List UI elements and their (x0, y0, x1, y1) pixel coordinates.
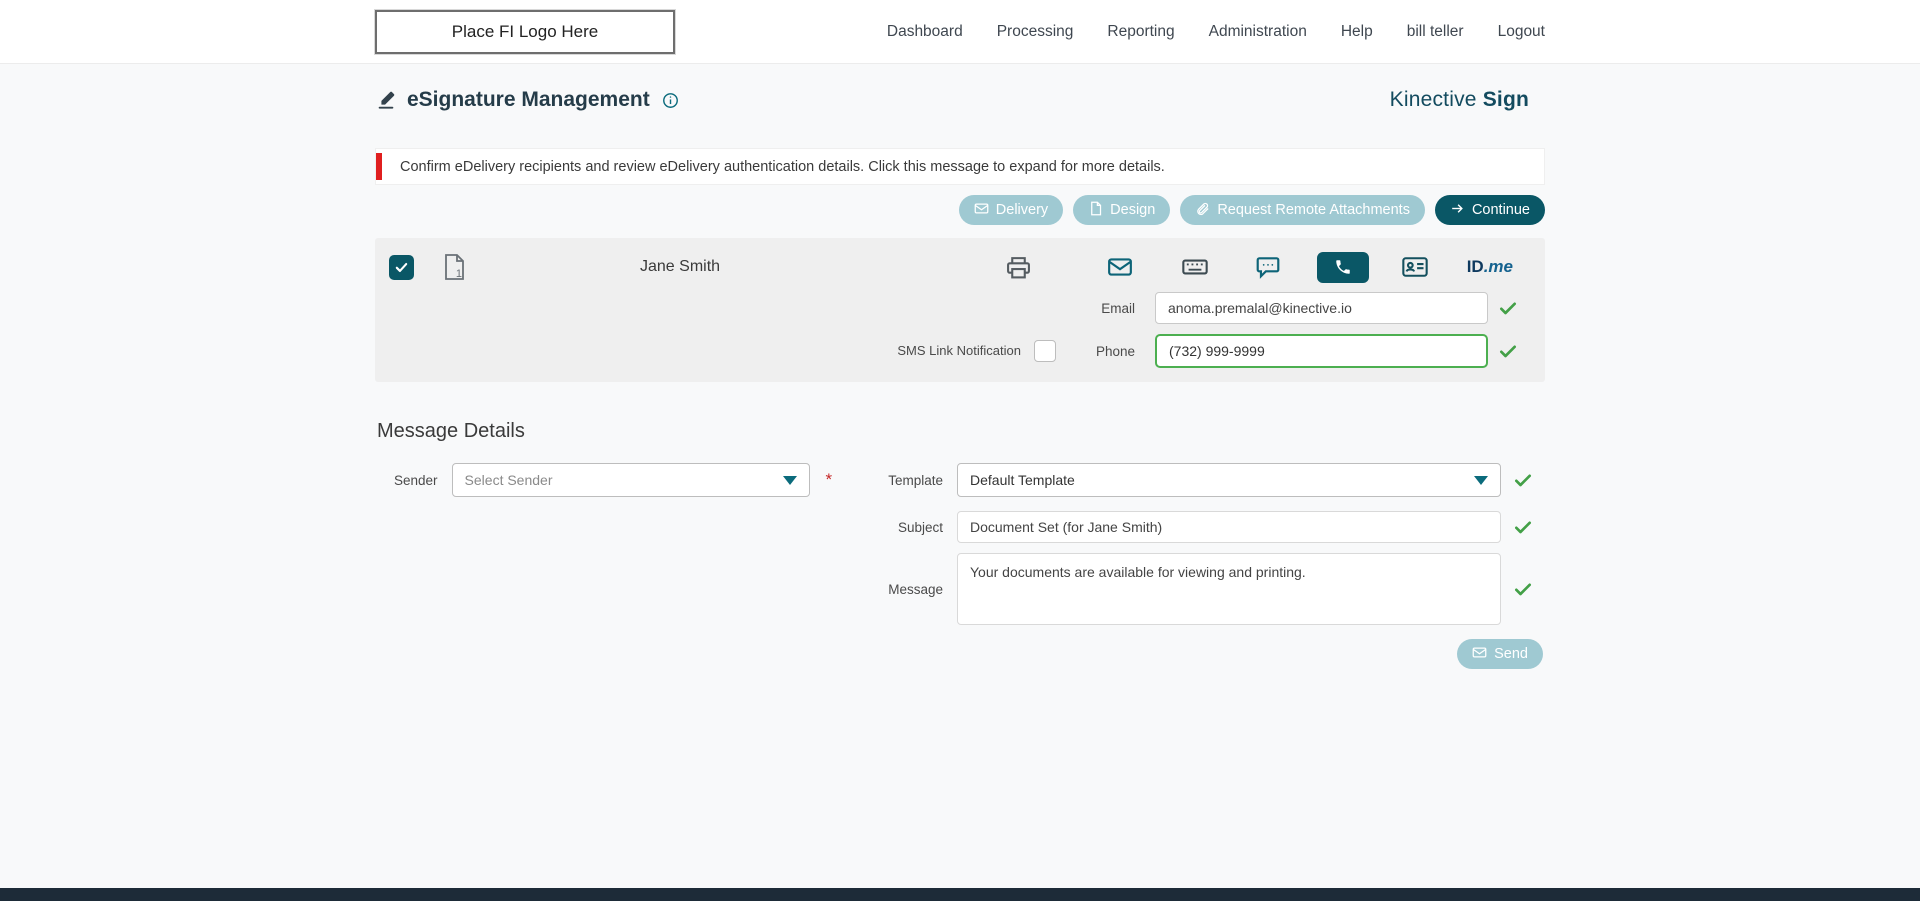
design-button-label: Design (1110, 202, 1156, 218)
sms-link-checkbox[interactable] (1033, 340, 1056, 362)
idme-id-text: ID (1466, 257, 1484, 276)
email-valid-check (1488, 298, 1527, 318)
recipient-icons: ID .me (1006, 251, 1527, 283)
send-row: Send (375, 639, 1545, 669)
delivery-button-label: Delivery (995, 202, 1049, 218)
nav-processing[interactable]: Processing (997, 23, 1074, 41)
paperclip-icon (1195, 201, 1210, 220)
nav-dashboard[interactable]: Dashboard (887, 23, 963, 41)
continue-button-label: Continue (1471, 202, 1530, 218)
template-group: Template Default Template (853, 463, 1545, 497)
footer-bar (0, 888, 1920, 901)
chevron-down-icon (782, 475, 797, 485)
fi-logo-text: Place FI Logo Here (451, 21, 599, 41)
nav-help[interactable]: Help (1341, 23, 1373, 41)
kinective-sign-logo: Kinective Sign (1390, 88, 1529, 112)
phone-row: SMS Link Notification Phone (389, 334, 1527, 368)
recipient-checkbox-checked[interactable] (389, 254, 414, 280)
send-button-label: Send (1494, 646, 1528, 662)
brand-name: Kinective (1389, 88, 1477, 111)
subject-label: Subject (897, 519, 943, 535)
phone-label: Phone (1095, 343, 1135, 359)
contact-card-icon[interactable] (1401, 253, 1429, 281)
document-icon (1088, 201, 1103, 220)
edelivery-alert-banner[interactable]: Confirm eDelivery recipients and review … (375, 148, 1545, 185)
message-details-heading: Message Details (377, 420, 525, 442)
email-row: Email (389, 292, 1527, 324)
envelope-icon (974, 201, 989, 220)
sms-chat-icon[interactable] (1255, 254, 1281, 280)
template-label: Template (888, 472, 943, 488)
signature-pen-icon (375, 89, 397, 111)
email-input[interactable] (1155, 292, 1488, 324)
nav-username[interactable]: bill teller (1407, 23, 1464, 41)
top-header: Place FI Logo Here Dashboard Processing … (0, 0, 1920, 64)
subject-row: Subject (375, 511, 1545, 543)
idme-icon[interactable]: ID .me (1467, 257, 1513, 277)
sender-template-row: Sender Select Sender * Template Default … (375, 463, 1545, 497)
sender-select-value: Select Sender (464, 472, 553, 488)
subject-valid-check (1501, 517, 1545, 537)
idme-me-text: .me (1483, 257, 1513, 276)
design-button[interactable]: Design (1073, 195, 1171, 225)
info-icon[interactable] (662, 92, 679, 109)
template-select[interactable]: Default Template (957, 463, 1501, 497)
document-count-icon[interactable]: 1 (442, 253, 466, 281)
title-row: eSignature Management Kinective Sign (375, 88, 1545, 112)
message-row: Message Your documents are available for… (375, 553, 1545, 625)
arrow-right-icon (1450, 201, 1465, 220)
email-auth-icon[interactable] (1107, 254, 1133, 280)
subject-input[interactable] (957, 511, 1501, 543)
email-label: Email (1101, 300, 1135, 316)
alert-text: Confirm eDelivery recipients and review … (400, 158, 1165, 175)
document-count: 1 (455, 268, 462, 280)
template-select-value: Default Template (970, 472, 1075, 488)
sender-label: Sender (394, 472, 438, 488)
main-area: eSignature Management Kinective Sign Con… (0, 64, 1920, 888)
message-textarea[interactable]: Your documents are available for viewing… (957, 553, 1501, 625)
recipient-panel: 1 Jane Smith ID .me Email anoma.premalal… (375, 238, 1545, 382)
recipient-name: Jane Smith (640, 258, 721, 275)
nav-logout[interactable]: Logout (1498, 23, 1545, 41)
nav-reporting[interactable]: Reporting (1107, 23, 1174, 41)
continue-button[interactable]: Continue (1434, 195, 1545, 225)
sms-link-notification-label: SMS Link Notification (897, 342, 1021, 358)
recipient-row: 1 Jane Smith ID .me (389, 248, 1527, 286)
request-remote-attachments-button[interactable]: Request Remote Attachments (1180, 195, 1425, 225)
phone-auth-icon-selected[interactable] (1316, 251, 1369, 283)
fi-logo-placeholder: Place FI Logo Here (374, 8, 676, 55)
nav-administration[interactable]: Administration (1209, 23, 1307, 41)
delivery-button[interactable]: Delivery (958, 195, 1064, 225)
main-nav: Dashboard Processing Reporting Administr… (887, 23, 1545, 41)
request-remote-attachments-label: Request Remote Attachments (1217, 202, 1410, 218)
sender-select[interactable]: Select Sender (451, 463, 810, 497)
print-icon[interactable] (1006, 255, 1031, 280)
envelope-icon (1472, 645, 1487, 664)
page: Place FI Logo Here Dashboard Processing … (0, 0, 1920, 901)
action-toolbar: Delivery Design Request Remote Attachmen… (375, 195, 1545, 225)
chevron-down-icon (1474, 475, 1488, 485)
message-valid-check (1501, 579, 1545, 599)
message-label: Message (888, 581, 943, 597)
phone-input[interactable] (1155, 334, 1488, 368)
phone-valid-check (1488, 341, 1527, 361)
template-valid-check (1501, 470, 1545, 490)
passcode-keypad-icon[interactable] (1181, 253, 1209, 281)
send-button[interactable]: Send (1457, 639, 1543, 669)
brand-product: Sign (1482, 88, 1529, 111)
page-title: eSignature Management (407, 88, 650, 111)
